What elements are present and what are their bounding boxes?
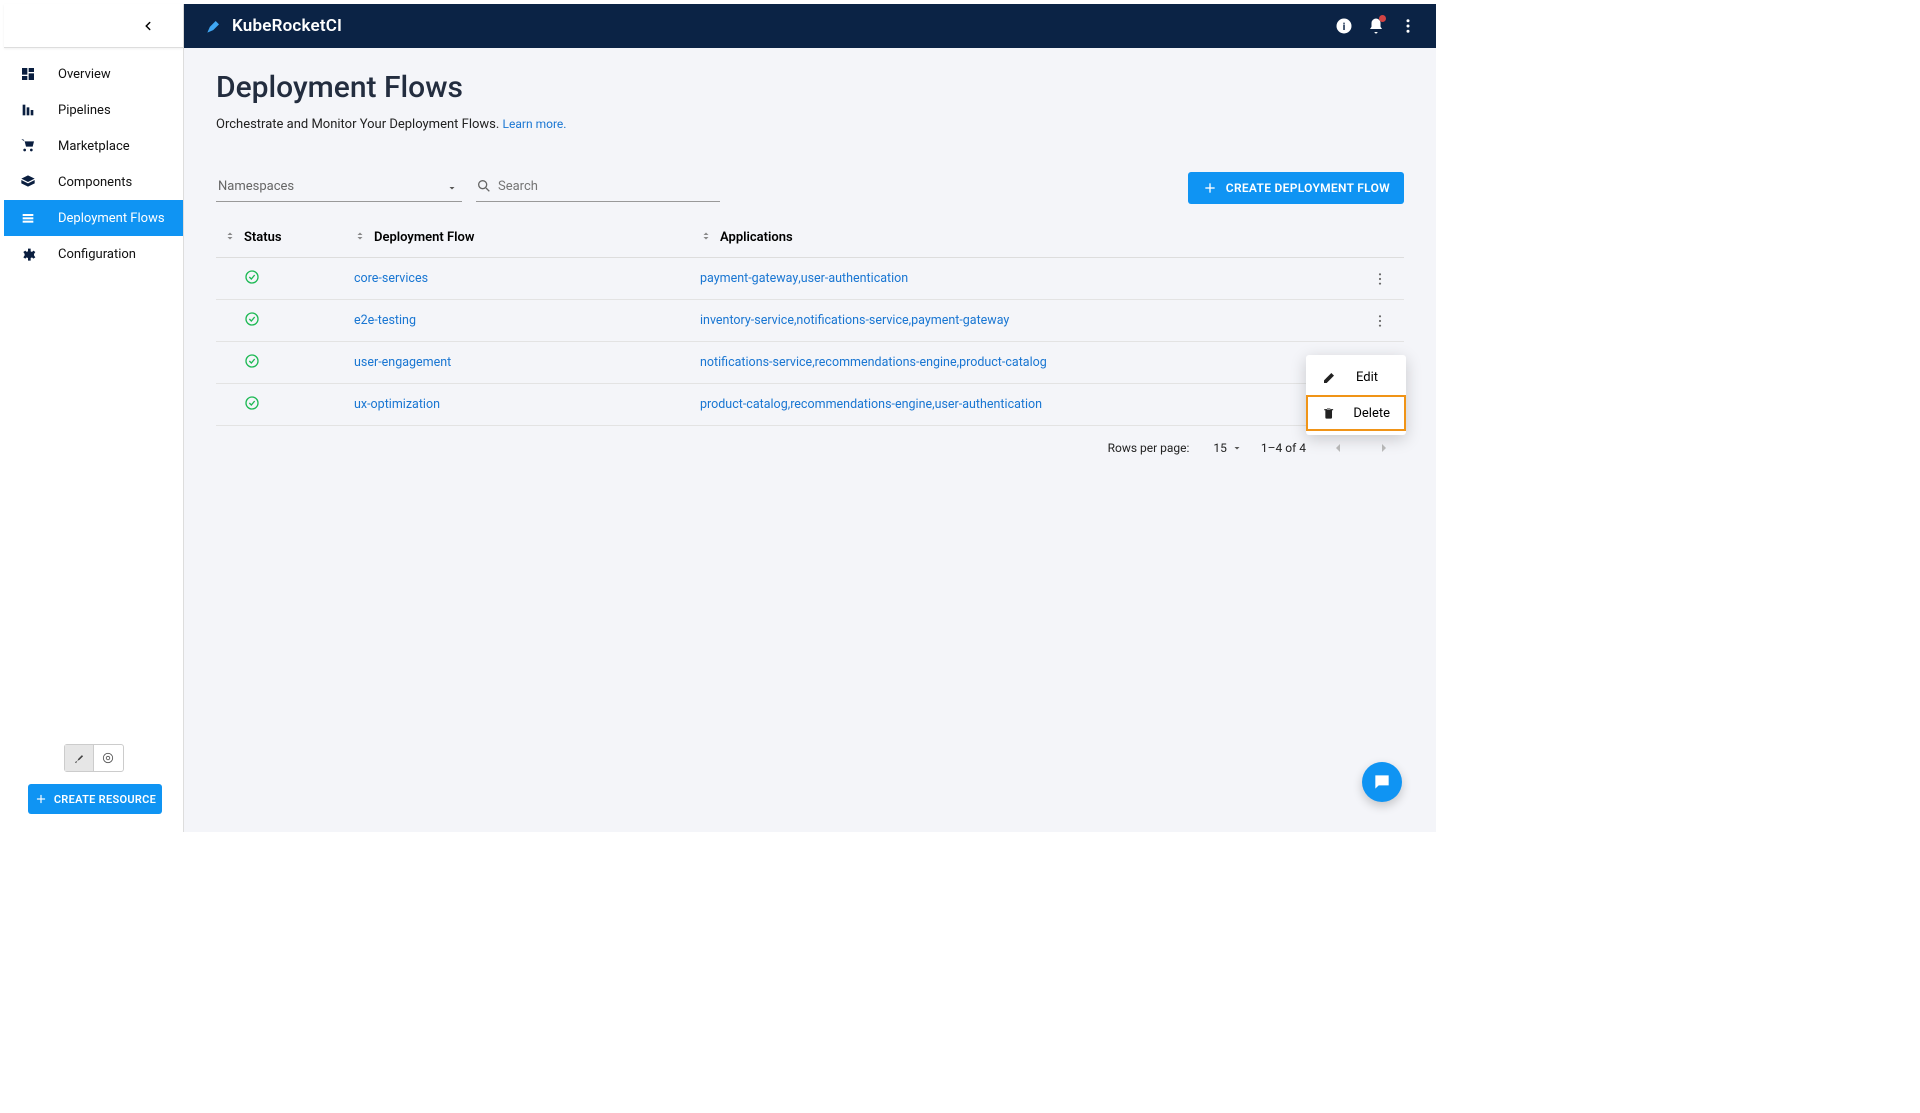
plus-icon	[1202, 180, 1218, 196]
sidebar-item-marketplace[interactable]: Marketplace	[4, 128, 183, 164]
application-link[interactable]: user-authentication	[801, 271, 909, 286]
create-resource-button[interactable]: CREATE RESOURCE	[28, 784, 162, 814]
theme-toggle	[64, 744, 124, 772]
page-subtitle: Orchestrate and Monitor Your Deployment …	[216, 117, 1404, 132]
table-row: e2e-testinginventory-service,notificatio…	[216, 300, 1404, 342]
context-menu-delete[interactable]: Delete	[1306, 395, 1406, 431]
pagination: Rows per page: 15 1–4 of 4	[216, 426, 1404, 470]
search-icon	[476, 178, 492, 198]
sidebar-item-configuration[interactable]: Configuration	[4, 236, 183, 272]
application-link[interactable]: product-catalog	[959, 355, 1047, 370]
application-link[interactable]: inventory-service	[700, 313, 794, 328]
namespaces-filter[interactable]	[216, 172, 462, 202]
chat-icon	[1372, 772, 1392, 792]
context-menu-edit[interactable]: Edit	[1306, 359, 1406, 395]
status-ok-icon	[244, 311, 260, 331]
column-header-flow[interactable]: Deployment Flow	[374, 230, 475, 245]
caret-down-icon	[1231, 442, 1243, 454]
notifications-button[interactable]	[1360, 10, 1392, 42]
application-link[interactable]: payment-gateway	[700, 271, 798, 286]
table-row: core-servicespayment-gateway,user-authen…	[216, 258, 1404, 300]
sort-icon[interactable]	[354, 230, 366, 246]
brand[interactable]: KubeRocketCI	[204, 16, 342, 36]
info-icon: i	[1335, 17, 1353, 35]
chevron-left-icon	[141, 19, 155, 33]
gear-outline-icon	[101, 751, 115, 765]
trash-icon	[1322, 405, 1335, 421]
application-link[interactable]: product-catalog	[700, 397, 788, 412]
application-link[interactable]: payment-gateway	[911, 313, 1009, 328]
status-ok-icon	[244, 353, 260, 373]
stack-icon	[18, 208, 38, 228]
row-actions-button[interactable]	[1366, 307, 1394, 335]
pipelines-icon	[18, 100, 38, 120]
sidebar-item-deployment-flows[interactable]: Deployment Flows	[4, 200, 183, 236]
more-vertical-icon	[1372, 271, 1388, 287]
chevron-left-icon	[1330, 440, 1346, 456]
topbar: KubeRocketCI i	[184, 4, 1436, 48]
more-vertical-icon	[1372, 313, 1388, 329]
sort-icon[interactable]	[224, 230, 236, 246]
sort-icon[interactable]	[700, 230, 712, 246]
deployment-flow-link[interactable]: core-services	[354, 271, 428, 286]
chevron-right-icon	[1376, 440, 1392, 456]
table-row: ux-optimizationproduct-catalog,recommend…	[216, 384, 1404, 426]
sidebar-item-label: Pipelines	[58, 103, 111, 118]
application-link[interactable]: notifications-service	[700, 355, 812, 370]
rows-per-page-select[interactable]: 15	[1213, 441, 1243, 455]
brand-text: KubeRocketCI	[232, 16, 342, 36]
rows-per-page-label: Rows per page:	[1108, 441, 1190, 455]
deployment-flow-link[interactable]: ux-optimization	[354, 397, 440, 412]
sidebar-nav: Overview Pipelines Marketplace Component…	[4, 48, 183, 732]
notification-dot	[1379, 15, 1386, 22]
rocket-icon	[204, 16, 224, 36]
sidebar-item-label: Components	[58, 175, 132, 190]
sidebar: Overview Pipelines Marketplace Component…	[4, 4, 184, 832]
application-link[interactable]: recommendations-engine	[790, 397, 932, 412]
sidebar-item-label: Deployment Flows	[58, 211, 165, 226]
cart-icon	[18, 136, 38, 156]
more-vertical-icon	[1399, 17, 1417, 35]
svg-text:i: i	[1343, 20, 1346, 33]
deployment-flows-table: Status Deployment Flow Applications core…	[216, 218, 1404, 426]
theme-rocket-button[interactable]	[65, 745, 94, 771]
gear-icon	[18, 244, 38, 264]
sidebar-item-label: Overview	[58, 67, 111, 82]
rocket-icon	[72, 751, 86, 765]
search-input[interactable]	[476, 172, 720, 202]
layers-icon	[18, 172, 38, 192]
deployment-flow-link[interactable]: e2e-testing	[354, 313, 416, 328]
table-row: user-engagementnotifications-service,rec…	[216, 342, 1404, 384]
application-link[interactable]: notifications-service	[796, 313, 908, 328]
sidebar-item-label: Marketplace	[58, 139, 130, 154]
learn-more-link[interactable]: Learn more.	[503, 117, 567, 131]
application-link[interactable]: recommendations-engine	[815, 355, 957, 370]
column-header-apps[interactable]: Applications	[720, 230, 793, 245]
plus-icon	[34, 792, 48, 806]
prev-page-button[interactable]	[1324, 434, 1352, 462]
page-title: Deployment Flows	[216, 70, 1404, 105]
sidebar-item-label: Configuration	[58, 247, 136, 262]
deployment-flow-link[interactable]: user-engagement	[354, 355, 451, 370]
sidebar-item-pipelines[interactable]: Pipelines	[4, 92, 183, 128]
column-header-status[interactable]: Status	[244, 230, 282, 245]
theme-gear-button[interactable]	[94, 745, 123, 771]
application-link[interactable]: user-authentication	[935, 397, 1043, 412]
sidebar-item-overview[interactable]: Overview	[4, 56, 183, 92]
sidebar-item-components[interactable]: Components	[4, 164, 183, 200]
row-context-menu: Edit Delete	[1306, 355, 1406, 435]
status-ok-icon	[244, 269, 260, 289]
dashboard-icon	[18, 64, 38, 84]
row-actions-button[interactable]	[1366, 265, 1394, 293]
next-page-button[interactable]	[1370, 434, 1398, 462]
pencil-icon	[1322, 369, 1338, 385]
pagination-range: 1–4 of 4	[1261, 441, 1306, 455]
status-ok-icon	[244, 395, 260, 415]
info-button[interactable]: i	[1328, 10, 1360, 42]
create-deployment-flow-button[interactable]: CREATE DEPLOYMENT FLOW	[1188, 172, 1404, 204]
more-button[interactable]	[1392, 10, 1424, 42]
create-resource-label: CREATE RESOURCE	[54, 793, 156, 806]
collapse-sidebar-button[interactable]	[4, 4, 183, 48]
chat-fab[interactable]	[1362, 762, 1402, 802]
